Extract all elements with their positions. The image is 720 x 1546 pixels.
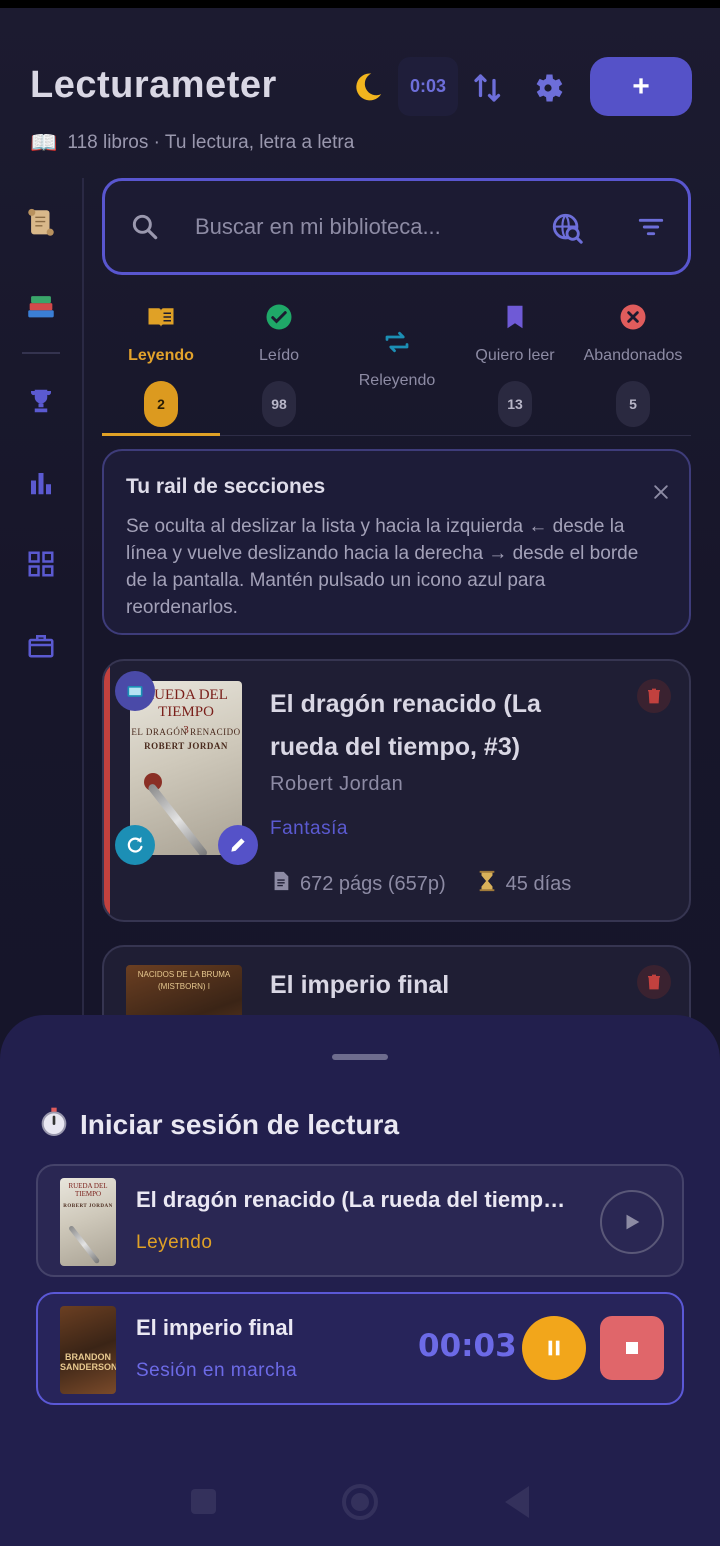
add-book-button[interactable]: +	[590, 57, 692, 116]
search-input[interactable]	[195, 201, 515, 253]
rail-gift-icon[interactable]	[20, 624, 62, 666]
open-book-emoji-icon: 📖	[30, 130, 58, 155]
repeat-icon	[385, 331, 409, 353]
info-card-title: Tu rail de secciones	[126, 475, 326, 498]
rail-grid-icon[interactable]	[20, 543, 62, 585]
page-icon	[270, 869, 292, 899]
sword-graphic	[146, 782, 209, 855]
filter-lines-icon[interactable]	[635, 211, 667, 248]
sheet-title: Iniciar sesión de lectura	[38, 1104, 399, 1145]
cover-series: NACIDOS DE LA BRUMA (MISTBORN) I	[137, 970, 231, 991]
search-icon	[129, 211, 161, 248]
session-row-active[interactable]: BRANDON SANDERSON El imperio final Sesió…	[36, 1292, 684, 1405]
book-days: 45 días	[505, 872, 572, 895]
trash-icon	[648, 688, 660, 704]
app-title: Lecturameter	[30, 64, 277, 106]
pause-icon	[548, 1340, 560, 1356]
book-pages: 672 págs (657p)	[300, 872, 446, 895]
delete-book-button[interactable]	[637, 965, 671, 999]
sheet-title-text: Iniciar sesión de lectura	[80, 1108, 400, 1140]
session-book-title: El dragón renacido (La rueda del tiempo,…	[136, 1187, 576, 1212]
library-subtitle: 📖 118 libros · Tu lectura, letra a letra	[30, 130, 354, 156]
tab-quiero-leer[interactable]: Quiero leer 13	[456, 296, 574, 436]
session-book-title: El imperio final	[136, 1315, 294, 1340]
rail-separator	[22, 352, 60, 354]
status-tabs: Leyendo 2 Leído 98 Releyendo Quiero leer…	[102, 296, 691, 438]
online-search-icon[interactable]	[550, 211, 584, 250]
sheet-drag-handle[interactable]	[332, 1054, 388, 1060]
rail-books-icon[interactable]	[20, 285, 62, 327]
tab-count-badge: 2	[144, 381, 178, 427]
tab-count-badge: 5	[616, 381, 650, 427]
tab-abandonados[interactable]: Abandonados 5	[574, 296, 692, 436]
nav-recents-button[interactable]	[191, 1489, 216, 1514]
subtitle-text: 118 libros · Tu lectura, letra a letra	[67, 132, 355, 153]
cover-subtitle: EL DRAGÓN RENACIDO	[131, 727, 241, 737]
start-session-button[interactable]	[600, 1190, 664, 1254]
rail-trophy-icon[interactable]	[20, 380, 62, 422]
book-author: Robert Jordan	[270, 773, 404, 795]
tab-releyendo[interactable]: Releyendo	[338, 296, 456, 436]
x-circle-icon	[620, 304, 646, 330]
book-title[interactable]: El dragón renacido (La rueda del tiempo,…	[270, 683, 590, 769]
book-genre[interactable]: Fantasía	[270, 818, 348, 840]
session-timer: 00:03	[418, 1328, 517, 1364]
book-title[interactable]: El imperio final	[270, 971, 449, 1000]
play-icon	[626, 1214, 640, 1230]
session-row[interactable]: RUEDA DEL TIEMPO ROBERT JORDAN El dragón…	[36, 1164, 684, 1277]
nav-home-button[interactable]	[342, 1484, 378, 1520]
cover-title: RUEDA DEL TIEMPO	[68, 1182, 108, 1198]
rail-info-card: Tu rail de secciones Se oculta al desliz…	[102, 449, 691, 635]
open-book-icon	[148, 308, 174, 327]
trash-icon	[648, 974, 660, 990]
tab-leyendo[interactable]: Leyendo 2	[102, 296, 220, 436]
tab-label: Leyendo	[128, 347, 194, 364]
gear-icon[interactable]	[530, 70, 566, 106]
tab-label: Leído	[258, 347, 300, 364]
book-card[interactable]: RUEDA DEL TIEMPO 3 EL DRAGÓN RENACIDO ROB…	[102, 659, 691, 922]
tab-label: Releyendo	[358, 372, 436, 389]
close-icon[interactable]	[651, 481, 671, 509]
active-session-timer-chip[interactable]: 0:03	[398, 57, 458, 116]
cover-author: ROBERT JORDAN	[144, 741, 228, 751]
session-status: Leyendo	[136, 1232, 213, 1253]
moon-icon[interactable]	[350, 70, 386, 106]
status-bar	[0, 0, 720, 8]
stopwatch-icon	[38, 1104, 70, 1145]
active-tab-indicator	[102, 433, 220, 436]
book-meta: 672 págs (657p) 45 días	[270, 869, 571, 899]
cover-author: BRANDON SANDERSON	[60, 1352, 116, 1372]
tv-adaptation-icon[interactable]	[115, 671, 155, 711]
edit-pencil-icon[interactable]	[218, 825, 258, 865]
stop-icon	[626, 1342, 638, 1354]
pause-session-button[interactable]	[522, 1316, 586, 1380]
hourglass-icon	[476, 869, 498, 899]
tab-label: Quiero leer	[475, 347, 555, 364]
tab-count-badge: 13	[498, 381, 532, 427]
book-cover-thumb: RUEDA DEL TIEMPO ROBERT JORDAN	[60, 1178, 116, 1266]
rail-stats-icon[interactable]	[20, 462, 62, 504]
book-cover-thumb: BRANDON SANDERSON	[60, 1306, 116, 1394]
info-card-text: Se oculta al deslizar la lista y hacia l…	[126, 516, 639, 618]
nav-back-button[interactable]	[505, 1486, 529, 1518]
sort-arrows-icon[interactable]	[470, 70, 506, 106]
session-status: Sesión en marcha	[136, 1360, 298, 1381]
status-accent-bar	[104, 661, 110, 920]
reading-session-sheet: Iniciar sesión de lectura RUEDA DEL TIEM…	[0, 1015, 720, 1546]
reread-icon[interactable]	[115, 825, 155, 865]
tab-leido[interactable]: Leído 98	[220, 296, 338, 436]
tab-label: Abandonados	[583, 347, 683, 364]
rail-scroll-icon[interactable]	[20, 202, 62, 244]
stop-session-button[interactable]	[600, 1316, 664, 1380]
rail-divider-line[interactable]	[82, 178, 84, 1018]
bookmark-icon	[507, 305, 523, 329]
sword-graphic	[68, 1224, 101, 1265]
tab-count-badge: 98	[262, 381, 296, 427]
delete-book-button[interactable]	[637, 679, 671, 713]
check-circle-icon	[266, 304, 292, 330]
search-bar[interactable]	[102, 178, 691, 275]
cover-author: ROBERT JORDAN	[63, 1204, 113, 1209]
